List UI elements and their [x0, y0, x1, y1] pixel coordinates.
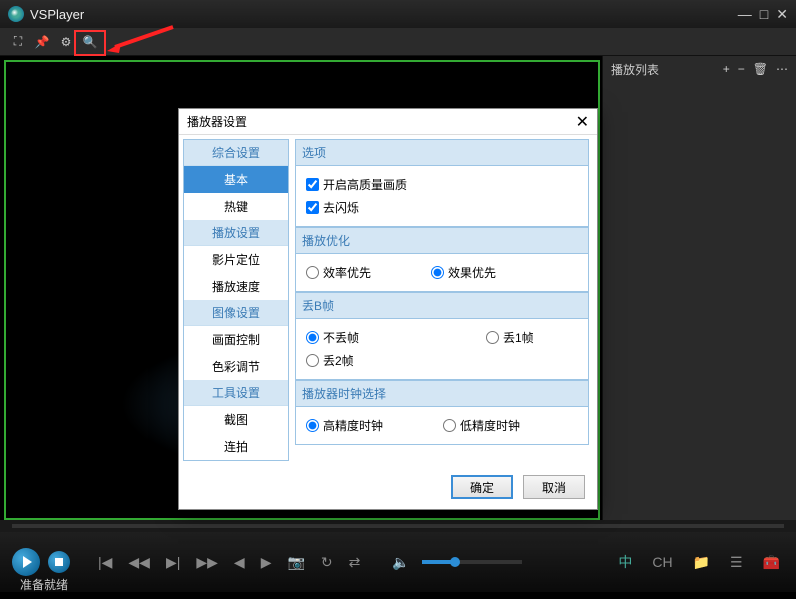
nav-item-color[interactable]: 色彩调节 [184, 353, 288, 380]
radio-drop2[interactable]: 丢2帧 [306, 352, 426, 369]
fullscreen-icon[interactable]: ⛶ [6, 31, 30, 53]
close-icon[interactable]: ✕ [776, 6, 788, 23]
playlist-trash-icon[interactable]: 🗑 [753, 62, 768, 76]
playlist-sidebar: 播放列表 + − 🗑 ⋯ [602, 56, 796, 520]
nav-section-header: 综合设置 [184, 140, 288, 166]
nav-item-burst[interactable]: 连拍 [184, 433, 288, 460]
play-button[interactable] [12, 548, 40, 576]
nav-item-speed[interactable]: 播放速度 [184, 273, 288, 300]
radio-quality[interactable]: 效果优先 [431, 264, 496, 281]
lang-zh-icon[interactable]: 中 [614, 552, 636, 572]
maximize-icon[interactable]: □ [760, 6, 768, 23]
list-icon[interactable]: ☰ [726, 554, 747, 571]
playback-controls: |◀ ◀◀ ▶| ▶▶ ◀ ▶ 📷 ↻ ⇄ 🔈 中 CH 📁 ☰ 🧰 [0, 532, 796, 592]
cancel-button[interactable]: 取消 [523, 475, 585, 499]
playlist-remove-icon[interactable]: − [738, 62, 745, 76]
nav-item-basic[interactable]: 基本 [184, 166, 288, 193]
playlist-more-icon[interactable]: ⋯ [776, 62, 788, 76]
frame-fwd-icon[interactable]: ▶ [257, 554, 276, 571]
dialog-title: 播放器设置 [187, 113, 247, 130]
titlebar: VSPlayer — □ ✕ [0, 0, 796, 28]
nav-section-header: 播放设置 [184, 220, 288, 246]
group-options-header: 选项 [295, 139, 589, 166]
loop-icon[interactable]: ⇄ [345, 554, 365, 571]
checkbox-deflicker[interactable]: 去闪烁 [306, 199, 359, 216]
checkbox-hq[interactable]: 开启高质量画质 [306, 176, 407, 193]
status-text: 准备就绪 [20, 576, 68, 593]
search-icon[interactable]: 🔍 [78, 31, 102, 53]
forward-icon[interactable]: ▶▶ [192, 554, 222, 571]
progress-bar[interactable] [0, 520, 796, 532]
nav-section-header: 图像设置 [184, 300, 288, 326]
sidebar-title: 播放列表 [611, 61, 659, 78]
stop-button[interactable] [48, 551, 70, 573]
rewind-icon[interactable]: ◀◀ [124, 554, 154, 571]
nav-item-seek[interactable]: 影片定位 [184, 246, 288, 273]
step-back-icon[interactable]: ▶| [162, 554, 184, 571]
app-logo-icon [8, 6, 24, 22]
refresh-icon[interactable]: ↻ [317, 554, 337, 571]
nav-section-header: 工具设置 [184, 380, 288, 406]
ok-button[interactable]: 确定 [451, 475, 513, 499]
group-dropb-header: 丢B帧 [295, 292, 589, 319]
lang-ch-icon[interactable]: CH [648, 554, 676, 570]
radio-highclock[interactable]: 高精度时钟 [306, 417, 383, 434]
radio-efficiency[interactable]: 效率优先 [306, 264, 371, 281]
frame-back-icon[interactable]: ◀ [230, 554, 249, 571]
nav-item-hotkey[interactable]: 热键 [184, 193, 288, 220]
radio-lowclock[interactable]: 低精度时钟 [443, 417, 520, 434]
volume-icon[interactable]: 🔈 [388, 554, 413, 571]
folder-icon[interactable]: 📁 [689, 554, 714, 571]
nav-item-snapshot[interactable]: 截图 [184, 406, 288, 433]
skip-prev-icon[interactable]: |◀ [94, 554, 116, 571]
group-playopt-header: 播放优化 [295, 227, 589, 254]
settings-dialog: 播放器设置 ✕ 综合设置 基本 热键 播放设置 影片定位 播放速度 图像设置 画… [178, 108, 598, 510]
app-title: VSPlayer [30, 7, 84, 22]
volume-slider[interactable] [422, 560, 522, 564]
playlist-add-icon[interactable]: + [723, 62, 730, 76]
camera-icon[interactable]: 📷 [283, 554, 308, 571]
settings-icon[interactable]: ⚙ [54, 31, 78, 53]
toolbox-icon[interactable]: 🧰 [759, 554, 784, 571]
radio-drop1[interactable]: 丢1帧 [486, 329, 534, 346]
nav-item-picture[interactable]: 画面控制 [184, 326, 288, 353]
settings-nav: 综合设置 基本 热键 播放设置 影片定位 播放速度 图像设置 画面控制 色彩调节… [183, 139, 289, 461]
toolbar: ⛶ 📌 ⚙ 🔍 [0, 28, 796, 56]
pin-icon[interactable]: 📌 [30, 31, 54, 53]
group-clock-header: 播放器时钟选择 [295, 380, 589, 407]
minimize-icon[interactable]: — [738, 6, 752, 23]
dialog-close-icon[interactable]: ✕ [576, 112, 589, 132]
radio-drop0[interactable]: 不丢帧 [306, 329, 426, 346]
